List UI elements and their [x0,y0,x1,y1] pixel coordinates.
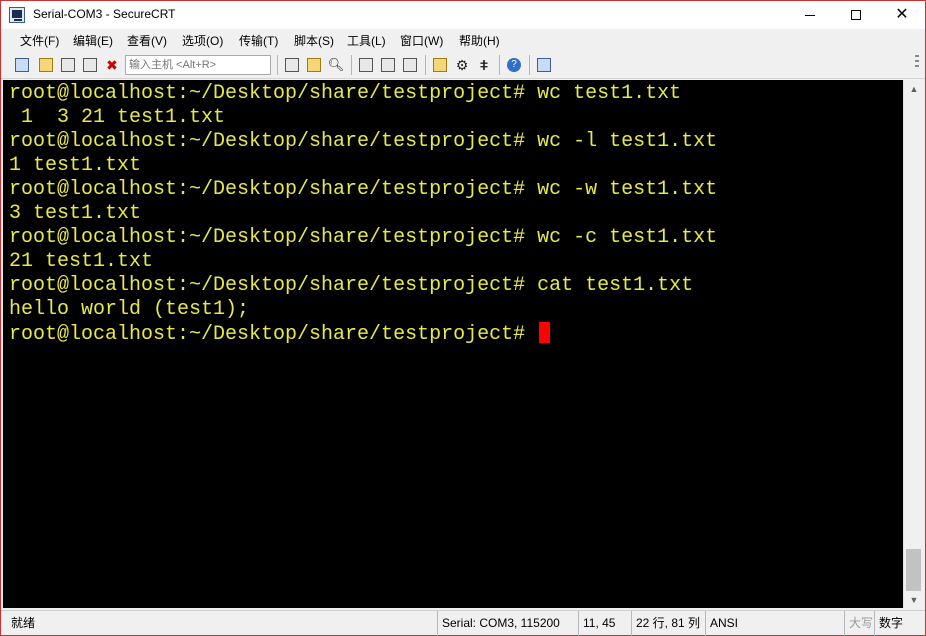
minimize-icon [805,14,815,16]
reconnect-icon[interactable] [81,56,99,74]
toolbar-separator [499,55,500,75]
global-options-icon[interactable]: ⚙ [453,56,471,74]
connect-in-tab-icon[interactable] [59,56,77,74]
menu-script[interactable]: 脚本(S) [294,32,334,49]
print-icon[interactable] [401,56,419,74]
connect-icon[interactable] [13,56,31,74]
toolbar-separator [277,55,278,75]
status-serial: Serial: COM3, 115200 [437,611,560,636]
terminal-cursor [539,322,551,343]
securecrt-app-icon[interactable] [9,7,25,23]
terminal-prompt: root@localhost:~/Desktop/share/testproje… [9,323,538,346]
session-options-icon[interactable] [431,56,449,74]
menu-bar: 文件(F) 编辑(E) 查看(V) 选项(O) 传输(T) 脚本(S) 工具(L… [1,29,925,51]
status-size: 22 行, 81 列 [631,611,700,636]
terminal-line: 1 test1.txt [9,154,142,177]
menu-options[interactable]: 选项(O) [182,32,223,49]
terminal-line: root@localhost:~/Desktop/share/testproje… [9,274,694,297]
maximize-button[interactable] [833,1,879,29]
close-button[interactable]: ✕ [879,1,925,29]
print-setup-icon[interactable] [357,56,375,74]
toolbar-grip[interactable] [915,55,921,75]
terminal-line: hello world (test1); [9,298,250,321]
toolbar-separator [425,55,426,75]
toolbar-separator [529,55,530,75]
menu-file[interactable]: 文件(F) [20,32,59,49]
sftp-icon[interactable] [535,56,553,74]
terminal-line: root@localhost:~/Desktop/share/testproje… [9,226,718,249]
scrollbar-thumb[interactable] [906,549,921,591]
status-bar: 就绪 Serial: COM3, 115200 11, 45 22 行, 81 … [1,610,925,636]
window-title: Serial-COM3 - SecureCRT [33,7,176,21]
vertical-scrollbar[interactable]: ▲ ▼ [903,80,923,608]
scroll-down-arrow-icon[interactable]: ▼ [904,591,924,608]
find-icon[interactable]: 🔍︎ [327,56,345,74]
help-icon[interactable]: ? [505,56,523,74]
status-cursor-position: 11, 45 [578,611,615,636]
menu-view[interactable]: 查看(V) [127,32,167,49]
keymap-icon[interactable]: ǂ [475,56,493,74]
menu-window[interactable]: 窗口(W) [400,32,443,49]
status-ready: 就绪 [11,616,36,630]
terminal-line: root@localhost:~/Desktop/share/testproje… [9,178,718,201]
status-encoding: ANSI [705,611,738,636]
status-num-lock: 数字 [874,611,903,636]
terminal-line: root@localhost:~/Desktop/share/testproje… [9,130,718,153]
scroll-up-arrow-icon[interactable]: ▲ [904,80,924,97]
quick-connect-input[interactable] [125,55,271,75]
menu-edit[interactable]: 编辑(E) [73,32,113,49]
terminal-prompt-line: root@localhost:~/Desktop/share/testproje… [9,322,903,346]
terminal-line: root@localhost:~/Desktop/share/testproje… [9,82,682,105]
close-icon: ✕ [895,6,909,23]
toolbar-separator [351,55,352,75]
menu-transfer[interactable]: 传输(T) [239,32,278,49]
securecrt-window: Serial-COM3 - SecureCRT ✕ 文件(F) 编辑(E) 查看… [0,0,926,636]
terminal-line: 3 test1.txt [9,202,142,225]
print-screen-icon[interactable] [379,56,397,74]
toolbar: ✖ 🔍︎ ⚙ ǂ ? [1,51,925,79]
copy-icon[interactable] [283,56,301,74]
menu-help[interactable]: 帮助(H) [459,32,500,49]
disconnect-icon[interactable]: ✖ [103,56,121,74]
paste-icon[interactable] [305,56,323,74]
status-caps-lock: 大写 [844,611,873,636]
maximize-icon [851,10,861,20]
quick-connect-icon[interactable] [37,56,55,74]
terminal-line: 1 3 21 test1.txt [9,106,226,129]
menu-tools[interactable]: 工具(L) [347,32,386,49]
title-bar[interactable]: Serial-COM3 - SecureCRT ✕ [1,1,925,29]
minimize-button[interactable] [787,1,833,29]
terminal-line: 21 test1.txt [9,250,154,273]
terminal-screen[interactable]: root@localhost:~/Desktop/share/testproje… [3,80,903,608]
